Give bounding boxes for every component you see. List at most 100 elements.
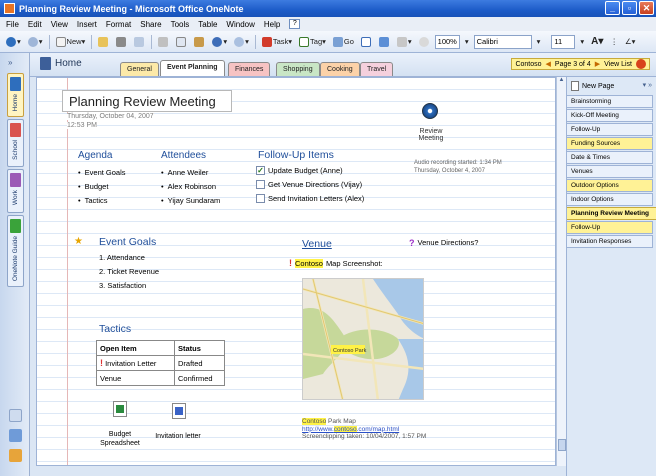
goal-item[interactable]: 3. Satisfaction (99, 281, 146, 290)
section-tab-general[interactable]: General (120, 62, 159, 76)
view-list-link[interactable]: View List (604, 61, 632, 68)
next-page-icon[interactable]: ▶ (595, 60, 600, 68)
section-tab-travel[interactable]: Travel (360, 62, 394, 76)
page-tab-planning-review-meeting[interactable]: Planning Review Meeting (567, 207, 656, 220)
new-button[interactable]: New ▾ (54, 34, 88, 49)
audio-recording-label[interactable]: Review Meeting (407, 128, 455, 142)
close-button[interactable]: ✕ (639, 1, 654, 15)
agenda-item[interactable]: Tactics (78, 196, 108, 205)
table-cell[interactable]: Confirmed (174, 370, 225, 386)
table-cell[interactable]: Drafted (174, 355, 225, 371)
zoom-icon-button[interactable] (417, 34, 432, 49)
print-button[interactable] (114, 34, 129, 49)
back-button[interactable]: ▾ (4, 34, 23, 49)
map-screenshot[interactable]: Contoso Park (302, 278, 424, 400)
page-title[interactable]: Planning Review Meeting (69, 94, 216, 109)
agenda-item[interactable]: Budget (78, 182, 109, 191)
onenote-app-icon[interactable] (4, 3, 15, 14)
checkbox-icon[interactable] (256, 194, 265, 203)
help-search-icon[interactable]: ? (289, 19, 301, 29)
audio-recording-icon[interactable] (422, 103, 438, 119)
menu-window[interactable]: Window (226, 20, 254, 29)
scroll-up-icon[interactable]: ▲ (557, 77, 566, 87)
notebook-tab-work[interactable]: Work (7, 169, 24, 213)
page-tab-outdoor-options[interactable]: Outdoor Options (567, 179, 653, 192)
map-screenshot-label[interactable]: ! Contoso Map Screenshot: (289, 258, 383, 268)
page-tab-invitation-responses[interactable]: Invitation Responses (567, 235, 653, 248)
page-tab-venues[interactable]: Venues (567, 165, 653, 178)
menu-format[interactable]: Format (106, 20, 131, 29)
followup-item[interactable]: ✓ Update Budget (Anne) (256, 166, 343, 175)
goal-item[interactable]: 2. Ticket Revenue (99, 267, 159, 276)
page-tab-follow-up[interactable]: Follow-Up (567, 221, 653, 234)
open-button[interactable] (96, 34, 111, 49)
go-button[interactable]: Go (331, 34, 356, 49)
font-name-field[interactable]: Calibri (473, 34, 532, 49)
agenda-heading[interactable]: Agenda (78, 150, 112, 161)
new-page-button[interactable]: New Page (571, 81, 614, 91)
previous-page-icon[interactable]: ◀ (546, 60, 551, 68)
tags-summary-icon[interactable] (9, 449, 22, 462)
table-header-cell[interactable]: Open Item (96, 340, 175, 356)
menu-view[interactable]: View (51, 20, 68, 29)
attendee-item[interactable]: Anne Weiler (161, 168, 209, 177)
menu-insert[interactable]: Insert (77, 20, 97, 29)
page-tab-funding-sources[interactable]: Funding Sources (567, 137, 653, 150)
table-cell[interactable]: ! Invitation Letter (96, 355, 175, 371)
checkbox-icon[interactable] (256, 180, 265, 189)
print-preview-button[interactable] (132, 34, 147, 49)
tag-button[interactable]: Tag ▾ (297, 34, 328, 49)
table-button[interactable] (359, 34, 374, 49)
page-scrollbar[interactable]: ▲ (556, 77, 566, 466)
page-tab-brainstorming[interactable]: Brainstorming (567, 95, 653, 108)
checked-checkbox-icon[interactable]: ✓ (256, 166, 265, 175)
font-size-dropdown[interactable]: ▾ (578, 34, 586, 49)
table-cell[interactable]: Venue (96, 370, 175, 386)
minimize-button[interactable]: _ (605, 1, 620, 15)
paste-button[interactable] (192, 34, 207, 49)
menu-file[interactable]: File (6, 20, 19, 29)
map-source-link[interactable]: http://www.contoso.com/map.html (302, 425, 426, 434)
undo-button[interactable]: ▾ (210, 34, 229, 49)
attachment-label[interactable]: Budget Spreadsheet (94, 430, 146, 448)
zoom-dropdown[interactable]: ▾ (463, 34, 471, 49)
notebook-tab-onenote-guide[interactable]: OneNote Guide (7, 215, 24, 287)
followup-item[interactable]: Send Invitation Letters (Alex) (256, 194, 364, 203)
redo-button[interactable]: ▾ (232, 34, 251, 49)
notebook-tab-home[interactable]: Home (7, 73, 24, 117)
close-pager-icon[interactable] (636, 59, 646, 69)
pen-button[interactable]: ▾ (395, 34, 414, 49)
goal-item[interactable]: 1. Attendance (99, 253, 145, 262)
attendees-heading[interactable]: Attendees (161, 150, 206, 161)
zoom-field[interactable]: 100% (434, 34, 460, 49)
note-page[interactable]: Planning Review Meeting Thursday, Octobe… (36, 77, 556, 466)
page-tab-follow-up[interactable]: Follow-Up (567, 123, 653, 136)
breadcrumb[interactable]: Home (40, 57, 82, 70)
font-name-dropdown[interactable]: ▾ (535, 34, 543, 49)
attendee-item[interactable]: Alex Robinson (161, 182, 216, 191)
page-tab-kick-off-meeting[interactable]: Kick-Off Meeting (567, 109, 653, 122)
forward-button[interactable]: ▾ (26, 34, 45, 49)
section-tab-shopping[interactable]: Shopping (276, 62, 320, 76)
attachment-label[interactable]: Invitation letter (152, 432, 204, 441)
tactics-heading[interactable]: Tactics (99, 323, 131, 335)
tactics-table[interactable]: Open Item Status ! Invitation Letter Dra… (96, 340, 225, 386)
document-file-icon[interactable] (172, 403, 186, 419)
maximize-button[interactable]: ▫ (622, 1, 637, 15)
page-list-options-icon[interactable]: ▾ » (643, 81, 652, 89)
menu-edit[interactable]: Edit (28, 20, 42, 29)
font-size-field[interactable]: 11 (551, 34, 576, 49)
attendee-item[interactable]: Yijay Sundaram (161, 196, 221, 205)
copy-button[interactable] (174, 34, 189, 49)
notebook-tab-school[interactable]: School (7, 119, 24, 167)
menu-table[interactable]: Table (198, 20, 217, 29)
menu-share[interactable]: Share (140, 20, 161, 29)
cut-button[interactable] (156, 34, 171, 49)
spreadsheet-file-icon[interactable] (113, 401, 127, 417)
toolbar-options-button[interactable]: ⋮ (608, 34, 620, 49)
collapse-navigation-icon[interactable]: » (8, 58, 12, 67)
page-tab-indoor-options[interactable]: Indoor Options (567, 193, 653, 206)
scrollbar-thumb[interactable] (558, 439, 566, 451)
research-button[interactable] (377, 34, 392, 49)
menu-tools[interactable]: Tools (171, 20, 190, 29)
